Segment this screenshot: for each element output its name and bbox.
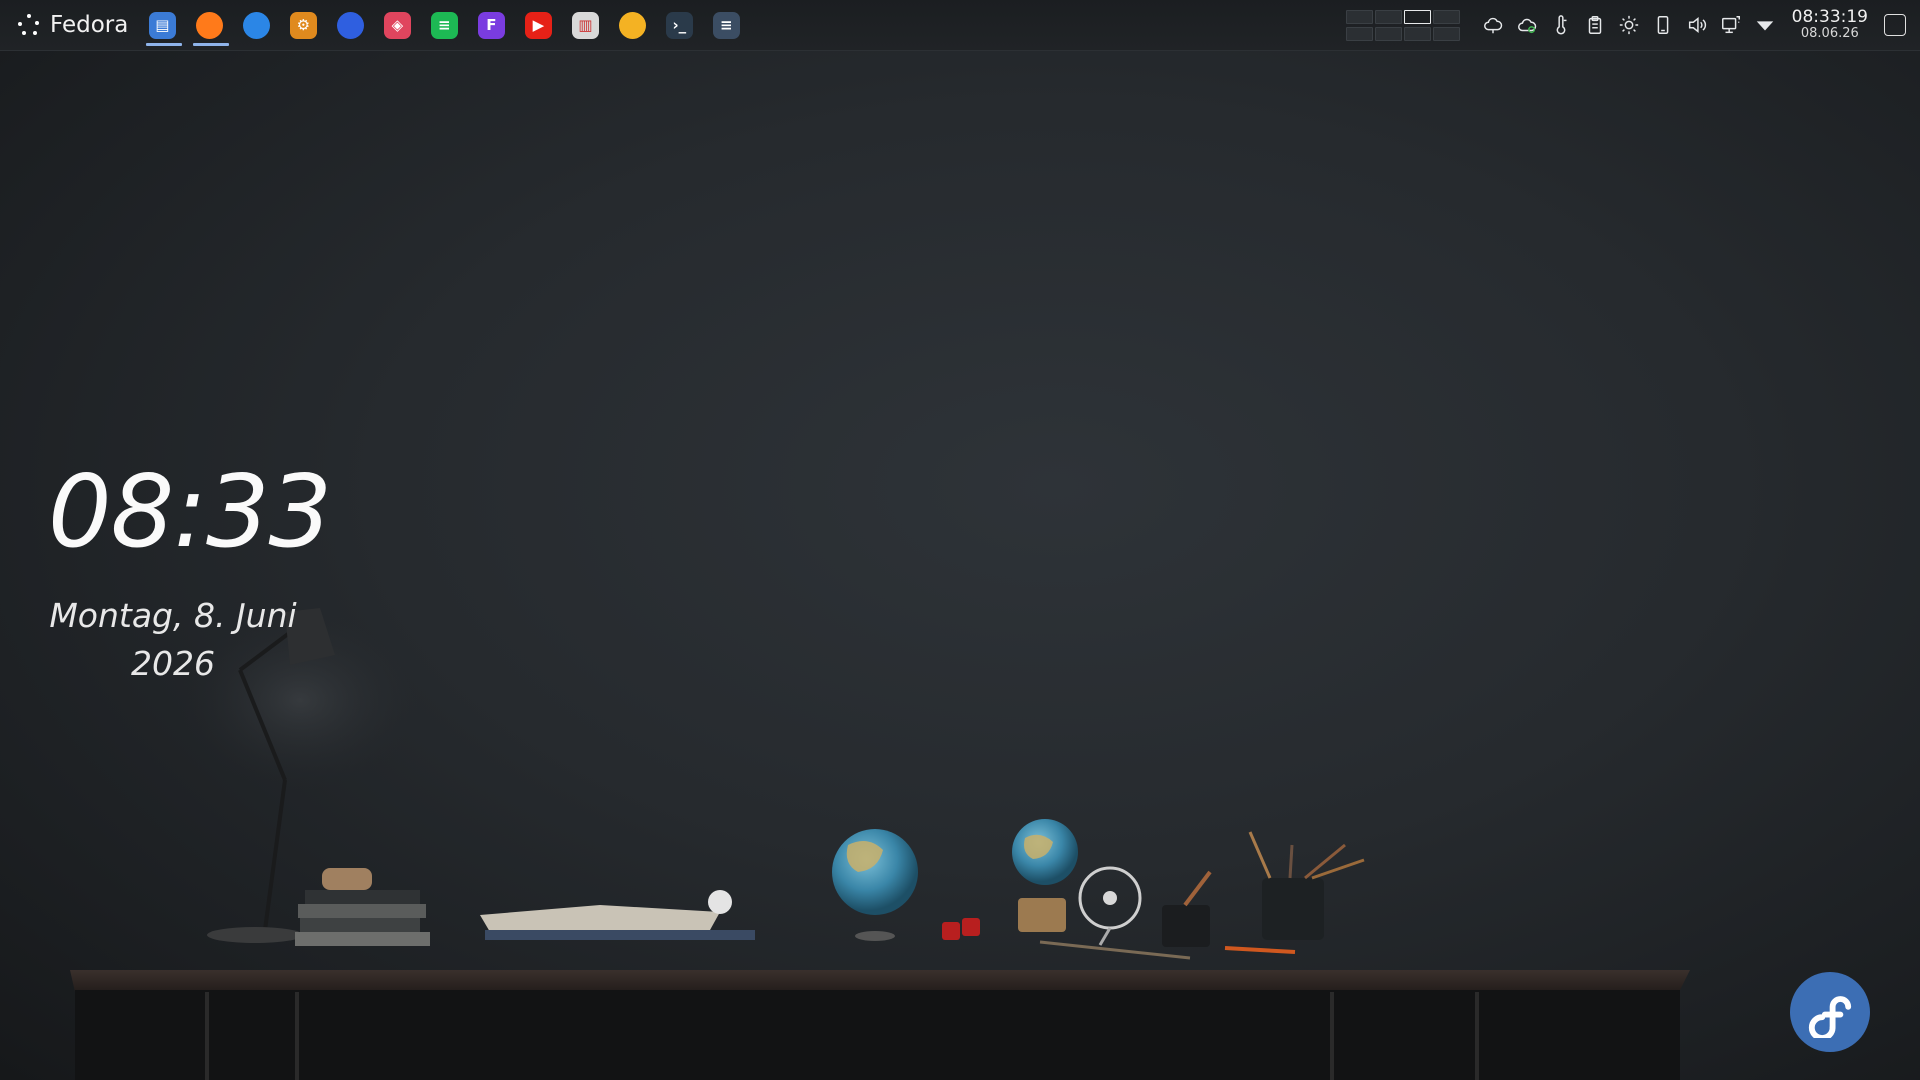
task-archive[interactable]: ▥ (569, 3, 601, 47)
desktop-date-line-2: 2026 (131, 643, 215, 683)
task-terminal[interactable]: ›_ (663, 3, 695, 47)
virtual-desktop-pager[interactable] (1345, 9, 1460, 41)
thunderbird-icon (242, 11, 270, 39)
task-thunderbird[interactable] (240, 3, 272, 47)
workspace-4[interactable] (1432, 9, 1460, 24)
top-panel: Fedora ▤ ⚙ ◈ ≡ F ▶ ▥ ›_ ≡ 08:33:19 08.06… (0, 0, 1920, 51)
weather-icon (618, 11, 646, 39)
task-browser-blue[interactable] (334, 3, 366, 47)
display-network-icon[interactable] (1718, 12, 1744, 38)
workspace-6[interactable] (1374, 26, 1402, 41)
app-purple-icon: F (477, 11, 505, 39)
terminal-icon: ›_ (665, 11, 693, 39)
tray-expand-arrow-icon[interactable] (1752, 12, 1778, 38)
digital-clock[interactable]: 08:33:19 08.06.26 (1791, 7, 1868, 42)
fedora-logo-icon (1790, 972, 1870, 1052)
panel-clock-date: 08.06.26 (1800, 26, 1859, 42)
desktop-date-line-1: Montag, 8. Juni (49, 596, 297, 635)
workspace-1[interactable] (1345, 9, 1373, 24)
show-desktop-button[interactable] (1884, 14, 1906, 36)
task-youtube[interactable]: ▶ (522, 3, 554, 47)
system-settings-icon: ⚙ (289, 11, 317, 39)
desktop-clock-widget: 08:33 Montag, 8. Juni 2026 (48, 453, 332, 688)
task-firefox[interactable] (193, 3, 230, 47)
workspace-2[interactable] (1374, 9, 1402, 24)
system-tray: 08:33:19 08.06.26 (1345, 0, 1920, 50)
phone-connect-icon[interactable] (1650, 12, 1676, 38)
package-box-icon: ◈ (383, 11, 411, 39)
archive-icon: ▥ (571, 11, 599, 39)
task-weather[interactable] (616, 3, 648, 47)
cloud-sync-icon[interactable] (1514, 12, 1540, 38)
file-manager-icon: ▤ (148, 11, 176, 39)
desktop-clock-date: Montag, 8. Juni 2026 (48, 592, 298, 688)
clipboard-icon[interactable] (1582, 12, 1608, 38)
task-app-purple[interactable]: F (475, 3, 507, 47)
workspace-7[interactable] (1403, 26, 1431, 41)
task-mixer-settings[interactable]: ≡ (710, 3, 742, 47)
firefox-icon (195, 11, 223, 39)
task-manager: ▤ ⚙ ◈ ≡ F ▶ ▥ ›_ ≡ (146, 3, 742, 47)
task-package-box[interactable]: ◈ (381, 3, 413, 47)
task-spotify[interactable]: ≡ (428, 3, 460, 47)
weather-cloud-icon[interactable] (1480, 12, 1506, 38)
browser-blue-icon (336, 11, 364, 39)
volume-icon[interactable] (1684, 12, 1710, 38)
workspace-8[interactable] (1432, 26, 1460, 41)
task-system-settings[interactable]: ⚙ (287, 3, 319, 47)
thermometer-icon[interactable] (1548, 12, 1574, 38)
workspace-5[interactable] (1345, 26, 1373, 41)
task-file-manager[interactable]: ▤ (146, 3, 183, 47)
youtube-icon: ▶ (524, 11, 552, 39)
desktop-clock-time: 08:33 (48, 453, 332, 570)
mixer-settings-icon: ≡ (712, 11, 740, 39)
workspace-3[interactable] (1403, 9, 1431, 24)
spotify-icon: ≡ (430, 11, 458, 39)
launcher-icon (16, 12, 42, 38)
panel-clock-time: 08:33:19 (1791, 7, 1868, 28)
launcher-label: Fedora (50, 12, 129, 38)
brightness-icon[interactable] (1616, 12, 1642, 38)
application-launcher[interactable]: Fedora (16, 0, 128, 50)
